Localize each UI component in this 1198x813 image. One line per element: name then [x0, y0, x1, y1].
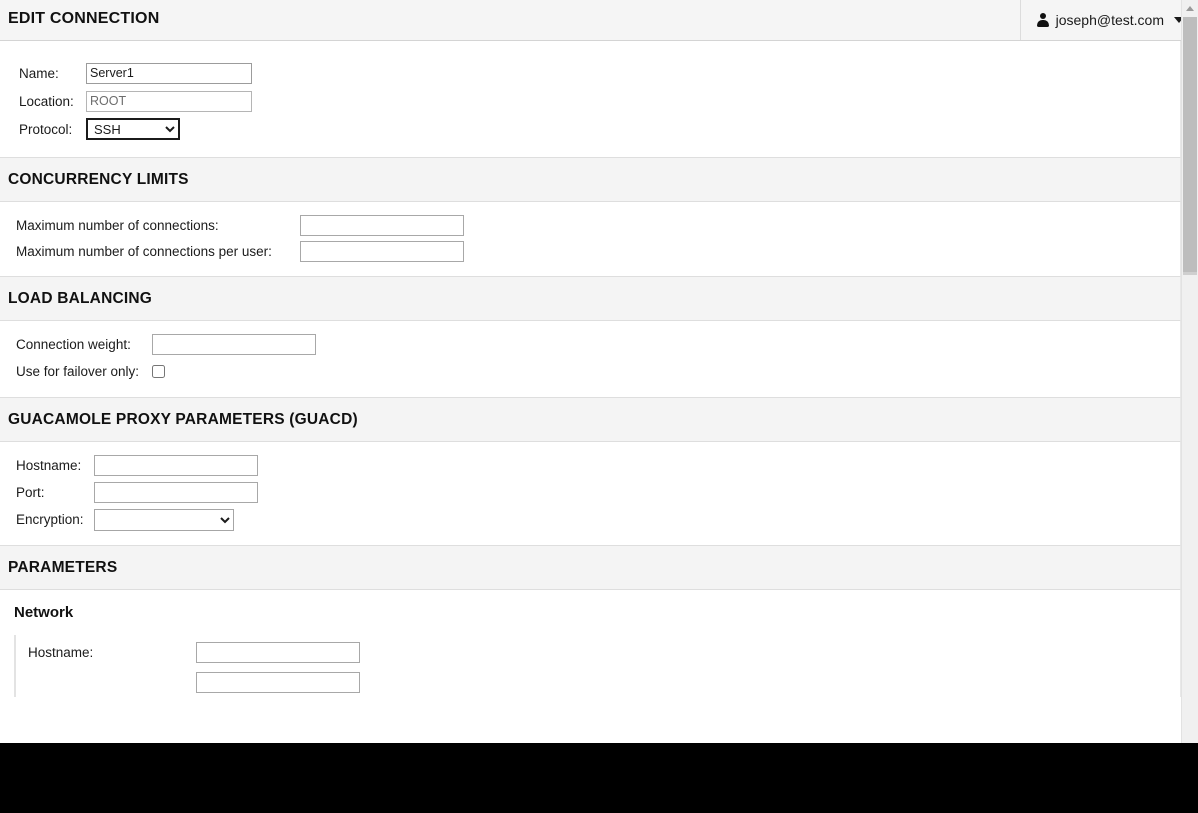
encryption-control: [94, 508, 234, 531]
scroll-up-arrow-icon[interactable]: [1182, 0, 1198, 17]
guacd-section: Hostname: Port: Encryption:: [0, 442, 1181, 545]
network-hostname-label: Hostname:: [28, 644, 94, 660]
location-label: Location:: [19, 93, 74, 109]
guacd-header: GUACAMOLE PROXY PARAMETERS (GUACD): [0, 397, 1181, 442]
field-row-guacd-hostname: Hostname:: [0, 452, 1180, 479]
load-balancing-section: Connection weight: Use for failover only…: [0, 321, 1181, 397]
concurrency-limits-section: Maximum number of connections: Maximum n…: [0, 202, 1181, 276]
network-next-control: [196, 671, 360, 693]
max-connections-per-user-input[interactable]: [300, 240, 464, 262]
parameters-header: PARAMETERS: [0, 545, 1181, 590]
field-row-max-connections: Maximum number of connections:: [0, 212, 1180, 238]
field-row-failover-only: Use for failover only:: [0, 358, 1180, 385]
network-subsection-title: Network: [14, 604, 74, 621]
location-input[interactable]: [86, 90, 252, 112]
protocol-select[interactable]: SSH: [86, 118, 180, 140]
load-balancing-title: LOAD BALANCING: [8, 289, 153, 307]
page-header: EDIT CONNECTION: [0, 0, 1181, 41]
vertical-scrollbar[interactable]: [1181, 0, 1198, 743]
field-row-max-connections-per-user: Maximum number of connections per user:: [0, 238, 1180, 264]
encryption-select[interactable]: [94, 508, 234, 531]
field-row-location: Location:: [0, 87, 1180, 115]
load-balancing-header: LOAD BALANCING: [0, 276, 1181, 321]
max-connections-input[interactable]: [300, 214, 464, 236]
field-row-protocol: Protocol: SSH: [0, 115, 1180, 143]
guacd-hostname-label: Hostname:: [16, 458, 82, 473]
field-row-connection-weight: Connection weight:: [0, 331, 1180, 358]
field-row-network-next-clipped: [16, 667, 1180, 697]
guacd-port-label: Port:: [16, 485, 45, 500]
person-icon: [1036, 13, 1049, 27]
concurrency-limits-header: CONCURRENCY LIMITS: [0, 157, 1181, 202]
user-menu-label: joseph@test.com: [1055, 12, 1164, 28]
network-hostname-input[interactable]: [196, 641, 360, 663]
screen-background: [0, 743, 1198, 813]
connection-weight-control: [152, 334, 316, 355]
max-connections-label: Maximum number of connections:: [16, 217, 219, 233]
page-title: EDIT CONNECTION: [8, 10, 160, 27]
guacd-port-control: [94, 482, 258, 503]
network-hostname-control: [196, 641, 360, 663]
parameters-section: Network Hostname:: [0, 590, 1181, 697]
encryption-label: Encryption:: [16, 512, 84, 527]
field-row-encryption: Encryption:: [0, 506, 1180, 533]
connection-settings-form: Name: Location: Protocol: SSH CONCURRENC…: [0, 41, 1181, 743]
connection-weight-label: Connection weight:: [16, 337, 131, 352]
guacd-title: GUACAMOLE PROXY PARAMETERS (GUACD): [8, 410, 358, 428]
field-row-network-hostname: Hostname:: [16, 637, 1180, 667]
network-fields-group: Hostname:: [14, 635, 1180, 697]
application-viewport: EDIT CONNECTION joseph@test.com Name: Lo…: [0, 0, 1198, 743]
max-connections-control: [300, 214, 464, 236]
location-control: [86, 90, 252, 112]
connection-basics-section: Name: Location: Protocol: SSH: [0, 41, 1181, 157]
guacd-port-input[interactable]: [94, 482, 258, 503]
protocol-control: SSH: [86, 118, 180, 140]
name-control: [86, 62, 252, 84]
field-row-name: Name:: [0, 59, 1180, 87]
concurrency-limits-title: CONCURRENCY LIMITS: [8, 170, 189, 188]
max-connections-per-user-control: [300, 240, 464, 262]
failover-only-label: Use for failover only:: [16, 364, 140, 379]
network-next-input[interactable]: [196, 671, 360, 693]
user-menu-button[interactable]: joseph@test.com: [1019, 0, 1198, 40]
connection-weight-input[interactable]: [152, 334, 316, 355]
field-row-guacd-port: Port:: [0, 479, 1180, 506]
name-input[interactable]: [86, 62, 252, 84]
protocol-label: Protocol:: [19, 121, 73, 137]
guacd-hostname-control: [94, 455, 258, 476]
guacd-hostname-input[interactable]: [94, 455, 258, 476]
parameters-title: PARAMETERS: [8, 558, 118, 576]
scrollbar-thumb[interactable]: [1183, 17, 1197, 275]
failover-only-control: [152, 365, 165, 378]
name-label: Name:: [19, 65, 59, 81]
failover-only-checkbox[interactable]: [152, 365, 165, 378]
max-connections-per-user-label: Maximum number of connections per user:: [16, 243, 272, 259]
